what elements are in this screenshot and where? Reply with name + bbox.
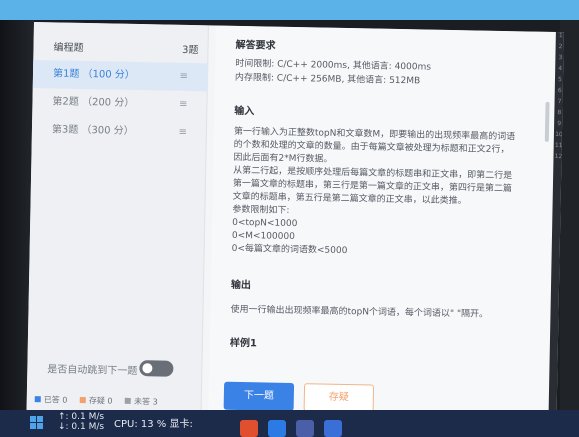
top-bar — [0, 0, 579, 20]
line-number: 4 — [558, 65, 563, 73]
sidebar-header-label: 编程题 — [53, 42, 84, 54]
legend-doubtful: 存疑 0 — [79, 395, 113, 407]
taskbar-app-icon[interactable] — [296, 420, 314, 437]
square-icon — [34, 396, 41, 403]
square-icon — [125, 397, 132, 404]
cpu-usage: CPU: 13 % 显卡: — [114, 419, 193, 430]
taskbar-app-icon[interactable] — [324, 420, 342, 437]
legend-answered: 已答 0 — [34, 394, 68, 406]
line-number: 3 — [558, 54, 563, 62]
exam-screen: 编程题 3题 第1题 （100 分） ≡ 第2题 （200 分） ≡ 第3题 （… — [26, 22, 564, 423]
mark-doubt-button[interactable]: 存疑 — [303, 383, 375, 413]
sidebar-header: 编程题 3题 — [53, 38, 198, 57]
sidebar-item-label: 第3题 （300 分） — [51, 124, 134, 137]
line-number: 5 — [558, 76, 562, 84]
legend-unanswered: 未答 3 — [125, 396, 158, 408]
sidebar-item-label: 第2题 （200 分） — [52, 96, 135, 109]
windows-start-icon[interactable] — [30, 416, 44, 430]
sidebar-item-q1[interactable]: 第1题 （100 分） ≡ — [32, 59, 209, 92]
photo-stage: 编程题 3题 第1题 （100 分） ≡ 第2题 （200 分） ≡ 第3题 （… — [0, 0, 579, 437]
toggle-knob — [142, 363, 153, 374]
menu-lines-icon: ≡ — [178, 126, 188, 138]
line-number: 6 — [557, 87, 562, 95]
next-question-button[interactable]: 下一题 — [223, 381, 295, 412]
output-text: 使用一行输出出现频率最高的topN个词语，每个词语以" "隔开。 — [230, 304, 489, 320]
network-speed: ↑: 0.1 M/s ↓: 0.1 M/s — [58, 412, 104, 432]
taskbar-app-icon[interactable] — [268, 420, 286, 437]
download-speed: ↓: 0.1 M/s — [58, 422, 105, 432]
sidebar-item-q2[interactable]: 第2题 （200 分） ≡ — [32, 88, 208, 119]
square-icon — [79, 396, 86, 404]
sidebar-item-q3[interactable]: 第3题 （300 分） ≡ — [32, 116, 208, 147]
upload-speed: ↑: 0.1 M/s — [58, 412, 105, 422]
question-count: 3题 — [182, 44, 199, 57]
line-number: 2 — [558, 43, 563, 51]
requirements-title: 解答要求 — [235, 39, 276, 52]
auto-next-toggle[interactable] — [139, 360, 174, 377]
sample-title: 样例1 — [229, 337, 257, 350]
menu-lines-icon: ≡ — [178, 98, 188, 110]
auto-next-label: 是否自动跳到下一题 — [47, 364, 138, 378]
question-sidebar: 编程题 3题 第1题 （100 分） ≡ 第2题 （200 分） ≡ 第3题 （… — [26, 22, 209, 416]
taskbar-app-icon[interactable] — [240, 420, 258, 437]
output-title: 输出 — [230, 279, 252, 292]
input-title: 输入 — [234, 105, 255, 118]
sidebar-item-label: 第1题 （100 分） — [52, 68, 135, 81]
answer-legend: 已答 0 存疑 0 未答 3 — [34, 394, 168, 408]
problem-content: 解答要求 时间限制: C/C++ 2000ms, 其他语言: 4000ms 内存… — [208, 25, 556, 422]
content-scrollbar[interactable] — [544, 101, 550, 142]
line-number: 1 — [558, 32, 563, 40]
menu-lines-icon: ≡ — [179, 70, 189, 82]
